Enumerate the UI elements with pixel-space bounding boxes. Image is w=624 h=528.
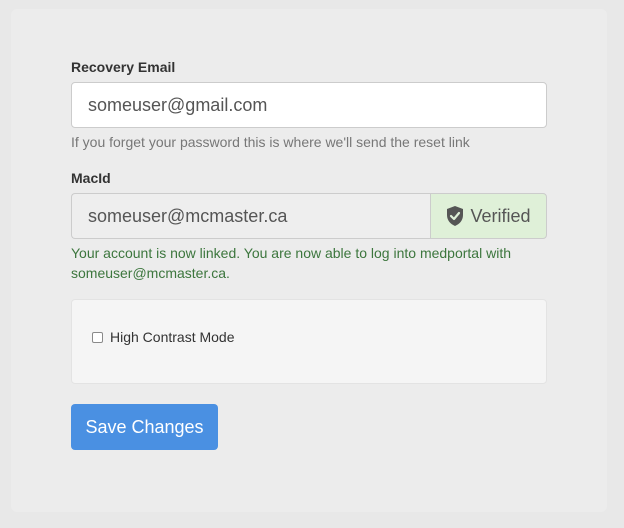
macid-input-group: someuser@mcmaster.ca Verified	[71, 193, 547, 239]
macid-success-line-1: Your account is now linked. You are now …	[71, 245, 511, 261]
save-changes-button[interactable]: Save Changes	[71, 404, 218, 450]
macid-input[interactable]: someuser@mcmaster.ca	[71, 193, 430, 239]
settings-panel: Recovery Email someuser@gmail.com If you…	[11, 9, 607, 512]
high-contrast-option[interactable]: High Contrast Mode	[92, 329, 235, 345]
recovery-email-input[interactable]: someuser@gmail.com	[71, 82, 547, 128]
macid-success-line-2: someuser@mcmaster.ca.	[71, 265, 230, 281]
macid-success-message: Your account is now linked. You are now …	[71, 243, 511, 283]
high-contrast-checkbox[interactable]	[92, 331, 103, 343]
high-contrast-label: High Contrast Mode	[110, 329, 235, 345]
options-well: High Contrast Mode	[71, 299, 547, 384]
macid-label: MacId	[71, 170, 111, 186]
verified-label: Verified	[470, 205, 531, 226]
verified-badge: Verified	[430, 193, 547, 239]
shield-check-icon	[446, 206, 464, 226]
recovery-email-help: If you forget your password this is wher…	[71, 134, 470, 150]
recovery-email-label: Recovery Email	[71, 59, 176, 75]
